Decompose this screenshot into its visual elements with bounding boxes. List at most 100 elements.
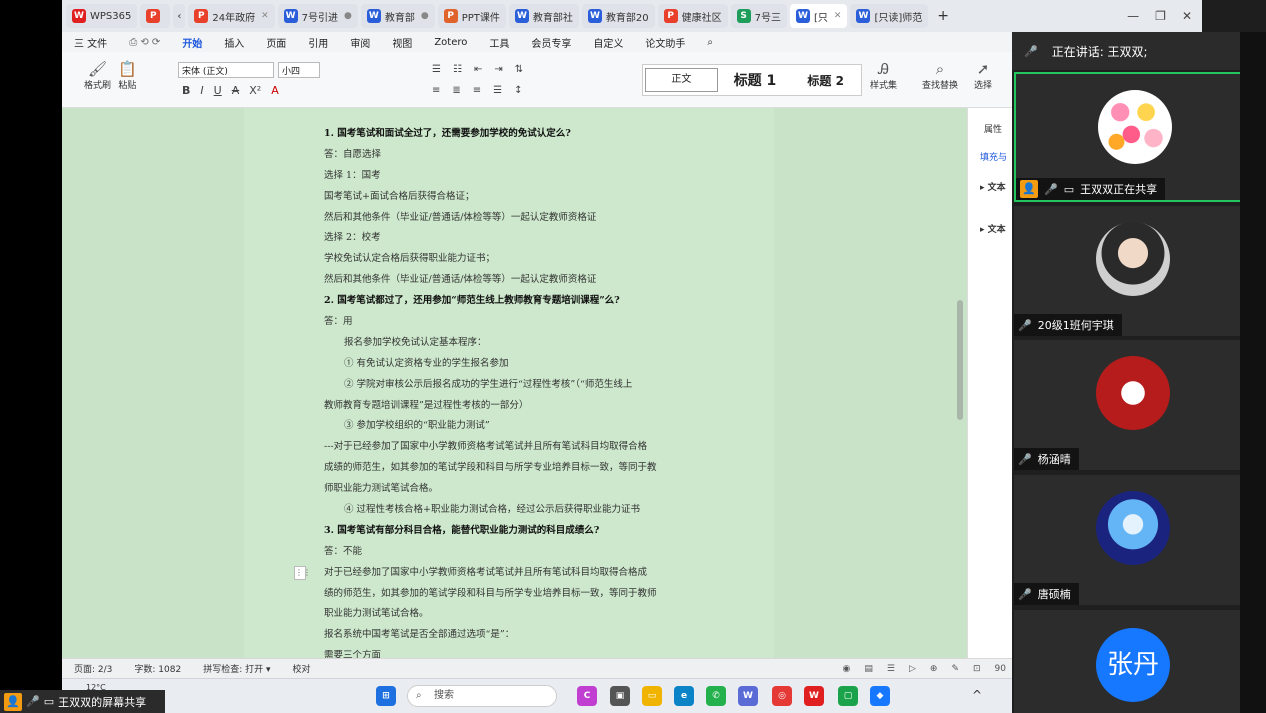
line-spacing-icon[interactable]: ↕ (514, 85, 522, 96)
document-line[interactable]: 学校免试认定合格后获得职业能力证书； (324, 249, 699, 270)
outdent-icon[interactable]: ⇥ (494, 64, 502, 75)
menu-review[interactable]: 审阅 (350, 35, 370, 50)
participant-tile[interactable]: 👤 🎤 ▭ 王双双正在共享 (1014, 72, 1250, 202)
sort-icon[interactable]: ⇅ (515, 64, 523, 75)
align-left-icon[interactable]: ≡ (432, 85, 440, 96)
document-line[interactable]: 答：自愿选择 (324, 145, 699, 166)
document-line[interactable]: 选择 1：国考 (324, 166, 699, 187)
minimize-icon[interactable]: — (1127, 9, 1139, 23)
document-line[interactable]: ---对于已经参加了国家中小学教师资格考试笔试并且所有笔试科目均取得合格 (324, 437, 699, 458)
align-center-icon[interactable]: ≣ (452, 85, 460, 96)
properties-title[interactable]: 属性 (984, 122, 1002, 135)
find-replace-button[interactable]: ⌕ 查找替换 (922, 60, 958, 91)
document-line[interactable]: 报名系统中国考笔试是否全部通过选项“是”： (324, 625, 699, 646)
close-icon[interactable]: ● (421, 11, 429, 21)
zoom-level[interactable]: 90 (995, 664, 1012, 674)
tray-chevron-icon[interactable]: ^ (972, 688, 982, 702)
eye-icon[interactable]: ◉ (843, 664, 851, 674)
tab-doc-9[interactable]: W [只读]师范 (850, 4, 929, 28)
close-icon[interactable]: ✕ (834, 11, 842, 21)
tab-doc-4[interactable]: P PPT课件 (437, 4, 506, 28)
document-page[interactable]: 1. 国考笔试和面试全过了，还需要参加学校的免试认定么? 答：自愿选择 选择 1：国… (244, 108, 774, 661)
numbering-icon[interactable]: ☷ (453, 64, 462, 75)
tab-doc-5[interactable]: W 教育部社 (508, 4, 579, 28)
proofread-button[interactable]: 校对 (292, 662, 310, 675)
menu-page[interactable]: 页面 (266, 35, 286, 50)
document-line[interactable]: 选择 2：校考 (324, 228, 699, 249)
document-line[interactable]: 答：用 (324, 312, 699, 333)
meeting-icon[interactable]: ▢ (838, 686, 858, 706)
style-set-button[interactable]: Ꭿ 样式集 (870, 60, 897, 91)
chrome-icon[interactable]: ◎ (772, 686, 792, 706)
wps-taskbar-icon[interactable]: W (804, 686, 824, 706)
participant-tile[interactable]: 🎤 杨涵晴 (1014, 340, 1250, 470)
paste-button[interactable]: 📋 粘贴 (118, 60, 137, 91)
document-line[interactable]: 国考笔试+面试合格后获得合格证； (324, 187, 699, 208)
word-count[interactable]: 字数: 1082 (134, 662, 181, 675)
tab-doc-7[interactable]: P 健康社区 (657, 4, 728, 28)
search-icon[interactable]: ⌕ (707, 37, 713, 48)
app-icon[interactable]: W (738, 686, 758, 706)
superscript-button[interactable]: X² (249, 84, 261, 97)
fit-icon[interactable]: ⊡ (973, 664, 981, 674)
document-line[interactable]: 答：不能 (324, 542, 699, 563)
menu-custom[interactable]: 自定义 (593, 35, 623, 50)
participant-tile[interactable]: 🎤 唐硕楠 (1014, 475, 1250, 605)
document-line[interactable]: ④ 过程性考核合格+职业能力测试合格，经过公示后获得职业能力证书 (324, 500, 699, 521)
menu-view[interactable]: 视图 (392, 35, 412, 50)
quick-access-icons[interactable]: ⎙ ⟲ ⟳ (129, 37, 160, 48)
tab-doc-2[interactable]: W 7号引进 ● (277, 4, 358, 28)
format-painter-button[interactable]: 🖌 格式刷 (84, 60, 111, 91)
web-view-icon[interactable]: ⊕ (930, 664, 938, 674)
document-body[interactable]: 1. 国考笔试和面试全过了，还需要参加学校的免试认定么? 答：自愿选择 选择 1：国… (324, 124, 699, 667)
windows-start-icon[interactable]: ⊞ (376, 686, 396, 706)
file-menu[interactable]: 三 文件 (74, 35, 107, 50)
strikethrough-button[interactable]: A (232, 84, 240, 97)
text-outline-section[interactable]: ▸ 文本 (980, 222, 1006, 235)
underline-button[interactable]: U (214, 84, 222, 97)
document-line[interactable]: 报名参加学校免试认定基本程序： (324, 333, 699, 354)
restore-icon[interactable]: ❐ (1155, 9, 1166, 23)
edge-icon[interactable]: e (674, 686, 694, 706)
tab-doc-8[interactable]: S 7号三 (730, 4, 788, 28)
participant-tile[interactable]: 🎤 20级1班何宇琪 (1014, 206, 1250, 336)
menu-insert[interactable]: 插入 (224, 35, 244, 50)
task-view-icon[interactable]: ▣ (610, 686, 630, 706)
tab-pdf[interactable]: P (140, 4, 171, 28)
taskbar-search[interactable]: ⌕ 搜索 (407, 685, 557, 707)
menu-member[interactable]: 会员专享 (531, 35, 571, 50)
font-color-button[interactable]: A (271, 84, 279, 97)
tab-doc-3[interactable]: W 教育部 ● (360, 4, 435, 28)
document-line[interactable]: 1. 国考笔试和面试全过了，还需要参加学校的免试认定么? (324, 124, 699, 145)
menu-home[interactable]: 开始 (182, 35, 203, 54)
select-button[interactable]: ➚ 选择 (974, 60, 992, 91)
document-line[interactable]: 对于已经参加了国家中小学教师资格考试笔试并且所有笔试科目均取得合格成 (324, 563, 699, 584)
document-line[interactable]: 2. 国考笔试都过了，还用参加“师范生线上教师教育专题培训课程”么? (324, 291, 699, 312)
document-line[interactable]: 然后和其他条件（毕业证/普通话/体检等等）一起认定教师资格证 (324, 270, 699, 291)
style-normal[interactable]: 正文 (645, 68, 718, 92)
document-line[interactable]: 教师教育专题培训课程”是过程性考核的一部分） (324, 396, 699, 417)
close-icon[interactable]: ✕ (261, 11, 269, 21)
indent-icon[interactable]: ⇤ (474, 64, 482, 75)
document-line[interactable]: 职业能力测试笔试合格。 (324, 604, 699, 625)
tab-doc-6[interactable]: W 教育部20 (581, 4, 655, 28)
explorer-icon[interactable]: ▭ (642, 686, 662, 706)
spell-check-toggle[interactable]: 拼写检查: 打开 ▾ (203, 662, 270, 675)
menu-tools[interactable]: 工具 (489, 35, 509, 50)
tab-doc-1[interactable]: P 24年政府 ✕ (188, 4, 275, 28)
tab-wps365[interactable]: W WPS365 (66, 4, 138, 28)
document-line[interactable]: 绩的师范生，如其参加的笔试学段和科目与所学专业培养目标一致，等同于教师 (324, 584, 699, 605)
document-line[interactable]: ③ 参加学校组织的“职业能力测试” (324, 416, 699, 437)
font-size-select[interactable]: 小四 (278, 62, 320, 78)
outline-view-icon[interactable]: ☰ (887, 664, 895, 674)
document-line[interactable]: 3. 国考笔试有部分科目合格，能替代职业能力测试的科目成绩么? (324, 521, 699, 542)
document-scrollbar[interactable] (957, 300, 963, 420)
style-heading-1[interactable]: 标题 1 (720, 70, 791, 90)
menu-references[interactable]: 引用 (308, 35, 328, 50)
pen-icon[interactable]: ✎ (951, 664, 959, 674)
justify-icon[interactable]: ☰ (493, 85, 502, 96)
document-line[interactable]: 师职业能力测试笔试合格。 (324, 479, 699, 500)
page-view-icon[interactable]: ▤ (864, 664, 873, 674)
document-line[interactable]: ① 有免试认定资格专业的学生报名参加 (324, 354, 699, 375)
tab-back[interactable]: ‹ (173, 4, 186, 28)
